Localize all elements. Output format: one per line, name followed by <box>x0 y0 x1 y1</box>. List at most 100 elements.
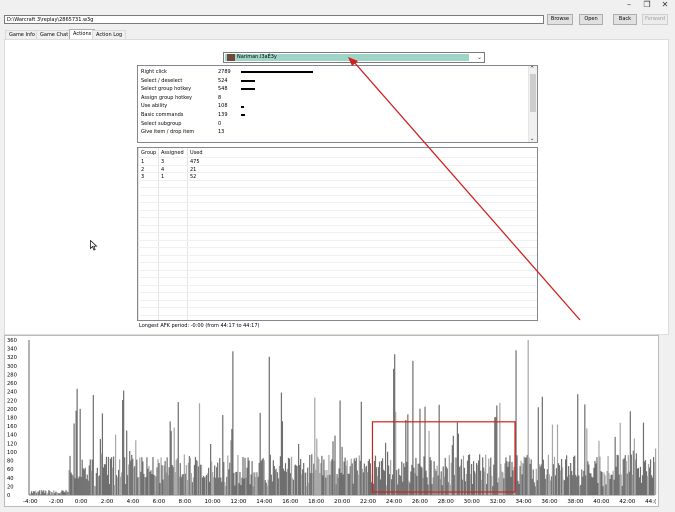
table-row-line <box>138 292 537 293</box>
x-tick-label: 12:00 <box>230 499 247 505</box>
table-row-line <box>138 179 537 181</box>
tab-game-info[interactable]: Game Info <box>5 30 39 39</box>
table-row-line <box>138 187 537 188</box>
stat-bar <box>241 88 256 91</box>
x-tick-label: 2:00 <box>101 499 114 505</box>
apm-chart: 360 340 320 300 280 260 240 220 200 180 160 140 120 1… <box>4 335 659 507</box>
stat-bar <box>241 114 245 117</box>
x-tick-label: 30:00 <box>464 499 481 505</box>
stats-scrollbar[interactable]: ^ ⌄ <box>528 66 537 142</box>
stat-label: Basic commands <box>141 112 184 118</box>
action-stats-list[interactable]: ^ ⌄ Right click 2789 Select / deselect 524 S… <box>137 65 538 143</box>
x-tick-label: 14:00 <box>256 499 273 505</box>
y-tick-label: 140 <box>7 433 17 439</box>
scroll-up-icon[interactable]: ^ <box>530 66 534 72</box>
stat-bar <box>241 105 244 108</box>
table-row-line <box>138 224 537 226</box>
y-tick-label: 180 <box>7 416 17 422</box>
y-tick-label: 160 <box>7 424 17 430</box>
scrollbar-thumb[interactable] <box>530 74 536 112</box>
y-tick-label: 120 <box>7 441 17 447</box>
table-row-line <box>138 157 537 158</box>
apm-bar <box>92 395 94 495</box>
open-button[interactable]: Open <box>579 14 603 25</box>
x-tick-label: 6:00 <box>153 499 166 505</box>
y-tick-label: 60 <box>7 467 14 473</box>
apm-bar <box>39 490 41 495</box>
table-cell: 52 <box>190 174 197 180</box>
table-row-line <box>138 217 537 218</box>
stat-label: Give item / drop item <box>141 129 195 136</box>
x-tick-label: -4:00 <box>23 499 38 505</box>
stat-value: 108 <box>218 103 228 110</box>
close-button[interactable]: ✕ <box>656 0 674 9</box>
y-tick-label: 240 <box>7 390 17 396</box>
table-row-line <box>138 299 537 301</box>
browse-button[interactable]: Browse <box>547 14 573 25</box>
x-tick-label: 44:( <box>645 499 656 505</box>
group-hotkey-table[interactable]: Group Assigned Used 1 3 475 2 4 21 3 1 52 <box>137 147 538 321</box>
y-tick-label: 80 <box>7 459 14 465</box>
stat-label: Use ability <box>141 103 168 110</box>
stat-value: 548 <box>218 86 228 93</box>
table-row-line <box>138 277 537 278</box>
y-tick-label: 260 <box>7 381 17 387</box>
x-tick-label: 4:00 <box>127 499 140 505</box>
x-tick-label: 0:00 <box>75 499 88 505</box>
y-tick-label: 200 <box>7 407 17 413</box>
player-select[interactable]: Nariman.l3aЀ3y ⌄ <box>223 52 485 63</box>
y-tick-label: 100 <box>7 450 17 456</box>
y-tick-label: 220 <box>7 398 17 404</box>
stat-value: 0 <box>218 120 222 127</box>
x-tick-label: 24:00 <box>386 499 403 505</box>
x-tick-label: 40:00 <box>593 499 610 505</box>
apm-bar <box>496 405 498 495</box>
x-tick-label: 16:00 <box>282 499 299 505</box>
table-row-line <box>138 247 537 248</box>
x-tick-label: 36:00 <box>541 499 558 505</box>
table-row-line <box>138 202 537 203</box>
stat-bar <box>241 71 313 74</box>
table-row-line <box>138 239 537 241</box>
longest-afk-label: Longest AFK period: -0:00 (from 44:17 to… <box>139 323 260 329</box>
table-row-line <box>138 164 537 166</box>
chevron-down-icon[interactable]: ⌄ <box>477 53 482 62</box>
stat-label: Select subgroup <box>141 120 182 127</box>
stat-value: 2789 <box>218 69 231 75</box>
stat-label: Select group hotkey <box>141 86 192 93</box>
table-row-line <box>138 307 537 308</box>
table-row-line <box>138 232 537 233</box>
scroll-down-icon[interactable]: ⌄ <box>530 136 534 142</box>
y-tick-label: 340 <box>7 347 17 353</box>
table-row-line <box>138 209 537 211</box>
stat-label: Select / deselect <box>141 77 183 84</box>
x-tick-label: 18:00 <box>308 499 325 505</box>
stat-value: 8 <box>218 94 222 101</box>
back-button[interactable]: Back <box>613 14 637 25</box>
table-row-line <box>138 269 537 271</box>
tab-action-log[interactable]: Action Log <box>92 30 127 39</box>
forward-button[interactable]: Forward <box>642 14 668 25</box>
x-tick-label: 8:00 <box>179 499 192 505</box>
player-race-icon <box>227 54 235 61</box>
tab-game-chat[interactable]: Game Chat <box>36 30 73 39</box>
y-tick-label: 280 <box>7 372 17 378</box>
x-tick-label: 10:00 <box>204 499 221 505</box>
apm-bar <box>655 448 657 495</box>
table-cell: 3 <box>141 174 145 180</box>
minimize-button[interactable]: – <box>620 0 638 9</box>
y-tick-label: 20 <box>7 484 14 490</box>
restore-button[interactable]: ❐ <box>638 0 656 9</box>
table-cell: 1 <box>161 174 165 180</box>
table-row-line <box>138 262 537 263</box>
player-select-value: Nariman.l3aЀ3y <box>237 54 277 60</box>
y-tick-label: 0 <box>7 493 10 499</box>
stat-value: 139 <box>218 112 228 118</box>
x-tick-label: 34:00 <box>516 499 533 505</box>
x-tick-label: -2:00 <box>49 499 64 505</box>
x-tick-label: 32:00 <box>490 499 507 505</box>
y-tick-label: 360 <box>7 338 17 344</box>
x-tick-label: 28:00 <box>438 499 455 505</box>
replay-path-input[interactable]: D:\Warcraft 3\replay\2865731.w3g <box>4 15 544 24</box>
x-tick-label: 38:00 <box>567 499 584 505</box>
